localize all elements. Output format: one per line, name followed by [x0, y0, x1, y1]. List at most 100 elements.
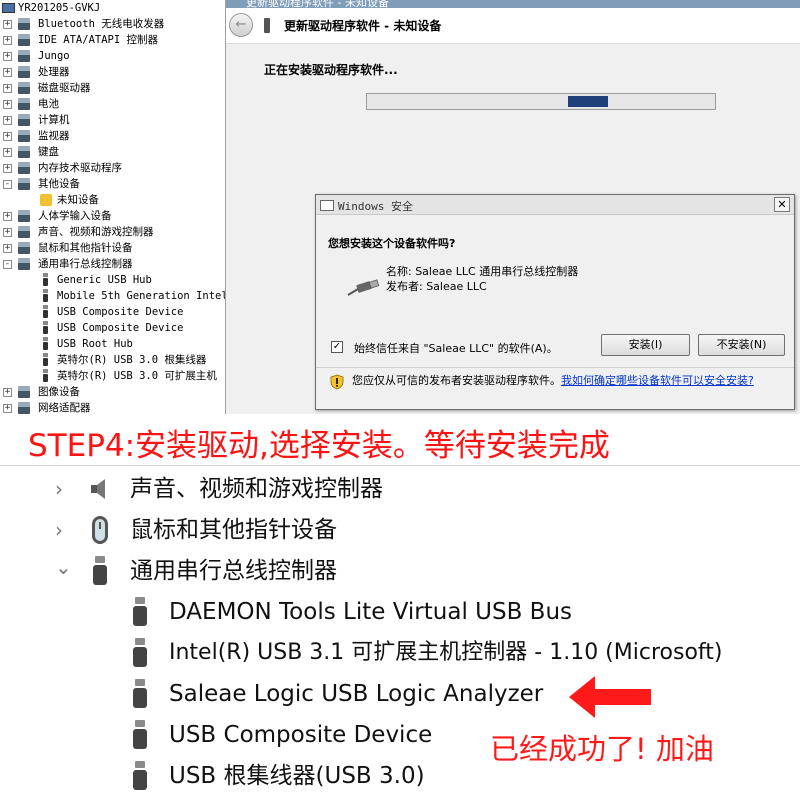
chevron-right-icon[interactable]: › — [55, 469, 63, 509]
expand-toggle-icon[interactable]: + — [3, 100, 12, 109]
tree-item-label: 键盘 — [38, 146, 59, 158]
expand-toggle-icon[interactable]: + — [3, 228, 12, 237]
install-question: 您想安装这个设备软件吗? — [328, 237, 456, 250]
software-name: 名称: Saleae LLC 通用串行总线控制器 — [386, 265, 579, 278]
tree-root-label: YR201205-GVKJ — [18, 2, 101, 14]
zoom-row-label: 声音、视频和游戏控制器 — [130, 476, 383, 502]
unknown-device-warning-icon — [40, 194, 52, 206]
expand-toggle-icon[interactable]: + — [3, 404, 12, 413]
software-publisher: 发布者: Saleae LLC — [386, 280, 487, 293]
dont-install-button[interactable]: 不安装(N) — [698, 334, 785, 356]
usb-device-icon — [43, 289, 48, 303]
installing-status-text: 正在安装驱动程序软件... — [264, 63, 398, 77]
chevron-right-icon[interactable]: › — [55, 510, 63, 550]
always-trust-checkbox[interactable]: ✓ — [331, 341, 343, 353]
usb-device-icon — [93, 556, 107, 586]
device-category-icon — [18, 82, 30, 94]
zoom-row-saleae[interactable]: Saleae Logic USB Logic Analyzer — [0, 674, 800, 714]
device-category-icon — [18, 66, 30, 78]
expand-toggle-icon[interactable]: + — [3, 116, 12, 125]
windows-security-dialog: Windows 安全 ✕ 您想安装这个设备软件吗? 名称: Saleae LLC… — [315, 194, 795, 410]
security-titlebar: Windows 安全 ✕ — [316, 195, 794, 215]
wizard-titlebar: 更新驱动程序软件 - 未知设备 — [226, 0, 800, 9]
tree-item-label: 人体学输入设备 — [38, 210, 112, 222]
device-category-icon — [18, 386, 30, 398]
zoom-row-daemon-usb-bus[interactable]: DAEMON Tools Lite Virtual USB Bus — [0, 592, 800, 632]
footer-warning-text: 您应仅从可信的发布者安装驱动程序软件。 — [352, 374, 561, 387]
device-category-icon — [18, 34, 30, 46]
tree-item-label: IDE ATA/ATAPI 控制器 — [38, 34, 159, 46]
usb-device-icon — [133, 679, 147, 709]
tree-item-label: 英特尔(R) USB 3.0 可扩展主机 — [57, 370, 217, 382]
always-trust-label[interactable]: 始终信任来自 "Saleae LLC" 的软件(A)。 — [354, 340, 558, 356]
tree-item-label: 电池 — [38, 98, 59, 110]
tree-item-label: 英特尔(R) USB 3.0 根集线器 — [57, 354, 207, 366]
security-dialog-title: Windows 安全 — [338, 200, 413, 213]
zoom-row-intel-usb31[interactable]: Intel(R) USB 3.1 可扩展主机控制器 - 1.10 (Micros… — [0, 633, 800, 673]
tree-item-label: Mobile 5th Generation Intel — [57, 290, 226, 302]
computer-icon — [2, 3, 15, 13]
tree-item-label: Bluetooth 无线电收发器 — [38, 18, 165, 30]
install-progress-bar — [366, 93, 716, 110]
device-category-icon — [18, 98, 30, 110]
zoom-row-label: USB 根集线器(USB 3.0) — [169, 763, 425, 789]
tree-item-label: Jungo — [38, 50, 70, 62]
step-caption: STEP4:安装驱动,选择安装。等待安装完成 — [28, 428, 610, 464]
tree-item-label: 内存技术驱动程序 — [38, 162, 122, 174]
zoom-row-label: Saleae Logic USB Logic Analyzer — [169, 681, 544, 707]
zoom-row-label: 鼠标和其他指针设备 — [130, 517, 337, 543]
zoom-row-mouse[interactable]: › 鼠标和其他指针设备 — [0, 510, 800, 550]
safe-install-help-link[interactable]: 我如何确定哪些设备软件可以安全安装? — [561, 374, 754, 387]
device-category-icon — [18, 130, 30, 142]
expand-toggle-icon[interactable]: + — [3, 52, 12, 61]
success-note: 已经成功了! 加油 — [490, 732, 714, 766]
mouse-icon — [92, 516, 108, 544]
device-category-icon — [18, 210, 30, 222]
device-category-icon — [18, 114, 30, 126]
expand-toggle-icon[interactable]: + — [3, 20, 12, 29]
usb-device-icon — [43, 369, 48, 383]
usb-device-icon — [133, 597, 147, 627]
tree-item-label: 声音、视频和游戏控制器 — [38, 226, 154, 238]
expand-toggle-icon[interactable]: + — [3, 164, 12, 173]
back-button[interactable]: ← — [229, 13, 253, 37]
red-arrow-icon — [569, 676, 651, 718]
usb-device-icon — [264, 18, 270, 33]
expand-toggle-icon[interactable]: + — [3, 36, 12, 45]
wizard-title: 更新驱动程序软件 - 未知设备 — [284, 19, 442, 33]
expand-toggle-icon[interactable]: + — [3, 388, 12, 397]
expand-toggle-icon[interactable]: + — [3, 68, 12, 77]
window-icon — [320, 200, 334, 211]
usb-device-icon — [43, 321, 48, 335]
install-button[interactable]: 安装(I) — [601, 334, 690, 356]
collapse-toggle-icon[interactable]: - — [3, 180, 12, 189]
usb-device-icon — [43, 305, 48, 319]
chevron-down-icon[interactable]: ⌄ — [55, 547, 72, 587]
zoom-row-usb-controllers[interactable]: ⌄ 通用串行总线控制器 — [0, 551, 800, 591]
usb-device-icon — [133, 638, 147, 668]
tree-item-label: 图像设备 — [38, 386, 80, 398]
expand-toggle-icon[interactable]: + — [3, 84, 12, 93]
usb-device-icon — [43, 273, 48, 287]
close-button[interactable]: ✕ — [774, 197, 790, 212]
tree-item-label: 监视器 — [38, 130, 70, 142]
tree-item-label: Generic USB Hub — [57, 274, 152, 286]
expand-toggle-icon[interactable]: + — [3, 132, 12, 141]
tree-item-label: USB Composite Device — [57, 306, 184, 318]
device-category-icon — [18, 178, 30, 190]
device-category-icon — [18, 146, 30, 158]
device-category-icon — [18, 162, 30, 174]
collapse-toggle-icon[interactable]: - — [3, 260, 12, 269]
usb-device-icon — [43, 337, 48, 351]
tree-item-label: 其他设备 — [38, 178, 80, 190]
device-manager-tree: YR201205-GVKJ + Bluetooth 无线电收发器 + IDE ATA/… — [0, 0, 226, 414]
expand-toggle-icon[interactable]: + — [3, 212, 12, 221]
expand-toggle-icon[interactable]: + — [3, 244, 12, 253]
expand-toggle-icon[interactable]: + — [3, 148, 12, 157]
zoom-row-label: USB Composite Device — [169, 722, 433, 748]
tree-item-label: 网络适配器 — [38, 402, 91, 414]
device-category-icon — [18, 50, 30, 62]
zoom-row-sound[interactable]: › 声音、视频和游戏控制器 — [0, 469, 800, 509]
shield-warning-icon — [330, 374, 344, 390]
tree-item-label: 磁盘驱动器 — [38, 82, 91, 94]
